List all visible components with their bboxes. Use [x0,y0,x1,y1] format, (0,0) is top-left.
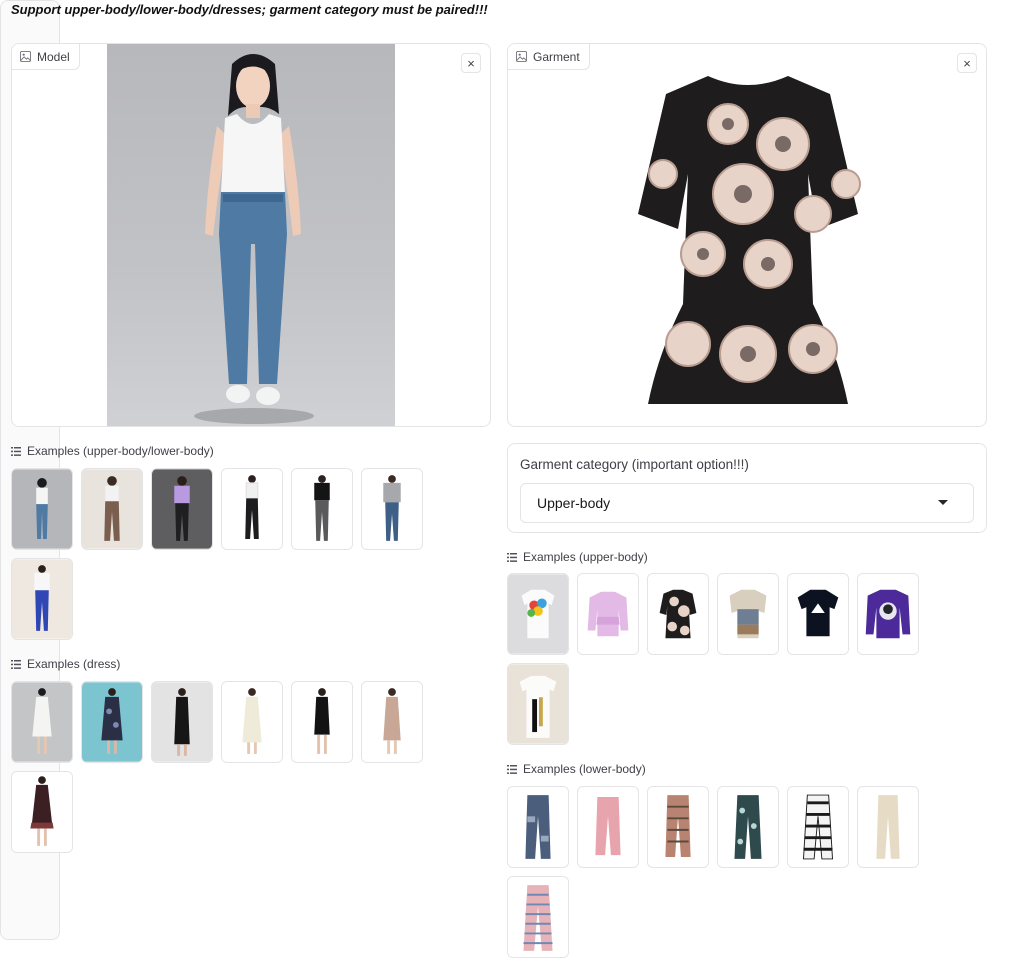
example-model-thumb[interactable] [81,468,143,550]
example-dress-thumb[interactable] [221,681,283,763]
garment-category-block: Garment category (important option!!!) U… [507,443,987,533]
example-upper-thumb[interactable] [507,663,569,745]
model-photo [107,44,395,426]
example-upper-thumb[interactable] [577,573,639,655]
caret-down-icon [938,500,948,505]
examples-dress-label: Examples (dress) [11,657,120,671]
example-model-thumb[interactable] [361,468,423,550]
list-icon [507,552,517,562]
example-model-thumb[interactable] [11,468,73,550]
list-icon [507,764,517,774]
examples-lower-label-text: Examples (lower-body) [523,762,646,776]
list-icon [11,659,21,669]
garment-category-value: Upper-body [537,495,611,511]
example-lower-thumb[interactable] [577,786,639,868]
example-upper-thumb[interactable] [507,573,569,655]
garment-category-dropdown[interactable]: Upper-body [520,483,974,523]
example-upper-thumb[interactable] [717,573,779,655]
garment-label-text: Garment [533,49,580,64]
example-lower-thumb[interactable] [787,786,849,868]
garment-category-title: Garment category (important option!!!) [520,457,749,472]
model-image-panel[interactable]: Model × [11,43,491,427]
example-model-thumb[interactable] [151,468,213,550]
model-close-button[interactable]: × [461,53,481,73]
examples-model-label: Examples (upper-body/lower-body) [11,444,214,458]
examples-upper-label: Examples (upper-body) [507,550,648,564]
notice-text: Support upper-body/lower-body/dresses; g… [11,2,488,17]
example-model-thumb[interactable] [11,558,73,640]
example-model-thumb[interactable] [221,468,283,550]
model-label: Model [12,44,80,70]
garment-label: Garment [508,44,590,70]
model-figure [194,54,314,424]
examples-lower-label: Examples (lower-body) [507,762,646,776]
model-label-text: Model [37,49,70,64]
example-upper-thumb[interactable] [647,573,709,655]
example-lower-thumb[interactable] [507,876,569,958]
image-icon [20,51,31,62]
examples-model-label-text: Examples (upper-body/lower-body) [27,444,214,458]
example-lower-thumb[interactable] [857,786,919,868]
examples-upper-label-text: Examples (upper-body) [523,550,648,564]
close-icon: × [963,55,971,71]
example-lower-thumb[interactable] [647,786,709,868]
example-dress-thumb[interactable] [11,771,73,853]
close-icon: × [467,55,475,71]
example-lower-thumb[interactable] [717,786,779,868]
example-upper-thumb[interactable] [857,573,919,655]
example-dress-thumb[interactable] [81,681,143,763]
example-dress-thumb[interactable] [151,681,213,763]
example-lower-thumb[interactable] [507,786,569,868]
example-upper-thumb[interactable] [787,573,849,655]
example-model-thumb[interactable] [291,468,353,550]
example-dress-thumb[interactable] [11,681,73,763]
example-dress-thumb[interactable] [291,681,353,763]
garment-close-button[interactable]: × [957,53,977,73]
image-icon [516,51,527,62]
floral-blouse [638,76,861,404]
garment-photo [608,54,888,419]
example-dress-thumb[interactable] [361,681,423,763]
list-icon [11,446,21,456]
examples-dress-label-text: Examples (dress) [27,657,121,671]
garment-image-panel[interactable]: Garment × [507,43,987,427]
